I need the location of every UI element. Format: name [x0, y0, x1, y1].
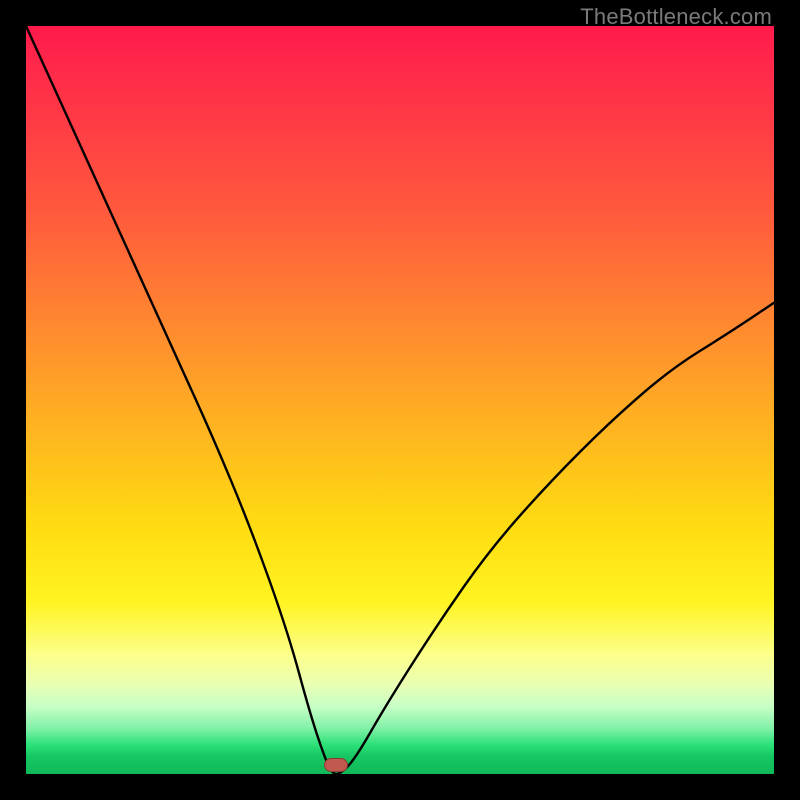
- plot-area: [26, 26, 774, 774]
- curve-path: [26, 26, 774, 774]
- chart-frame: TheBottleneck.com: [0, 0, 800, 800]
- watermark-text: TheBottleneck.com: [580, 4, 772, 30]
- optimum-marker: [324, 758, 348, 772]
- bottleneck-curve: [26, 26, 774, 774]
